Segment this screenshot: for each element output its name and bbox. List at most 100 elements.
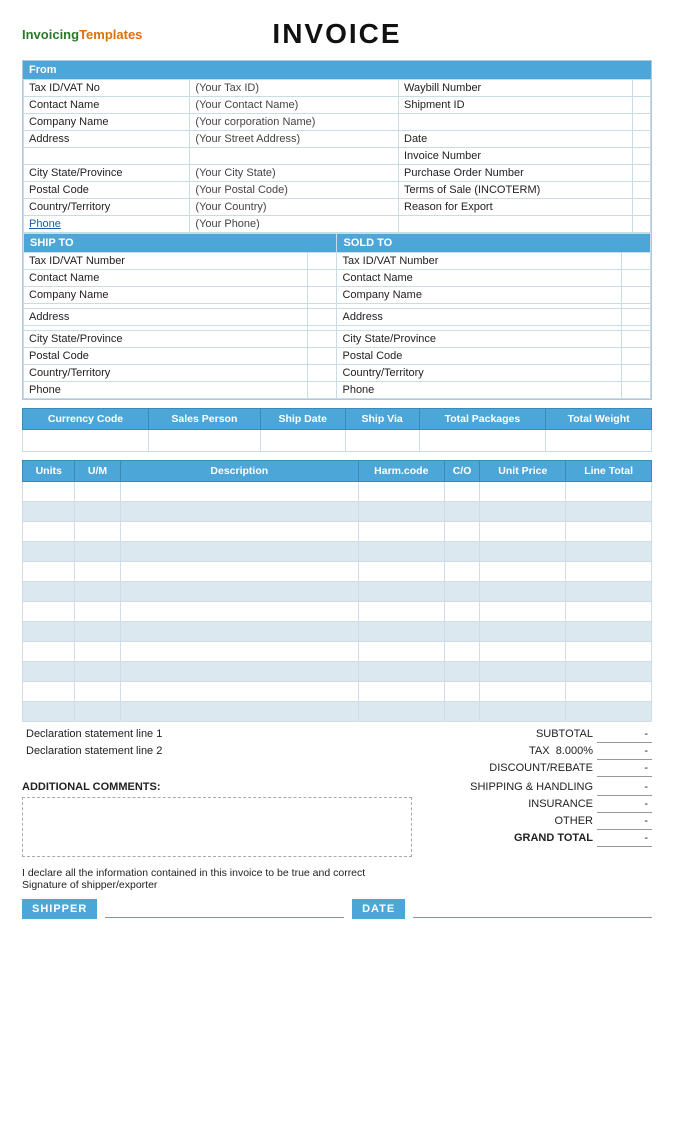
items-cell-2-2 xyxy=(120,522,358,542)
from-label-reason: Reason for Export xyxy=(399,199,633,216)
from-label-po: Purchase Order Number xyxy=(399,165,633,182)
items-th-units: Units xyxy=(23,461,75,482)
from-value-city: (Your City State) xyxy=(190,165,399,182)
date-line xyxy=(413,900,652,918)
items-row-10 xyxy=(23,682,652,702)
tax-label: TAX 8.000% xyxy=(346,743,597,760)
items-cell-3-1 xyxy=(75,542,120,562)
from-row-postal: Postal Code (Your Postal Code) Terms of … xyxy=(24,182,651,199)
from-label-city: City State/Province xyxy=(24,165,190,182)
items-cell-6-6 xyxy=(566,602,652,622)
items-cell-11-5 xyxy=(480,702,566,722)
shipto-value-phone xyxy=(308,382,337,399)
items-cell-2-1 xyxy=(75,522,120,542)
soldto-value-company xyxy=(621,287,650,304)
shipto-soldto-company: Company Name Company Name xyxy=(24,287,651,304)
other-label: OTHER xyxy=(432,813,597,830)
items-cell-9-2 xyxy=(120,662,358,682)
grand-total-value: - xyxy=(597,830,652,847)
items-cell-5-1 xyxy=(75,582,120,602)
ship-to-header: SHIP TO xyxy=(24,234,337,253)
items-cell-1-1 xyxy=(75,502,120,522)
shipto-label-postal: Postal Code xyxy=(24,348,308,365)
items-cell-6-1 xyxy=(75,602,120,622)
summary-header-row: Currency Code Sales Person Ship Date Shi… xyxy=(23,409,652,430)
items-th-co: C/O xyxy=(444,461,480,482)
from-row-company: Company Name (Your corporation Name) xyxy=(24,114,651,131)
summary-th-packages: Total Packages xyxy=(419,409,546,430)
grand-total-label: GRAND TOTAL xyxy=(432,830,597,847)
summary-th-shipdate: Ship Date xyxy=(260,409,345,430)
comments-box[interactable] xyxy=(22,797,412,857)
items-cell-11-4 xyxy=(444,702,480,722)
items-cell-7-1 xyxy=(75,622,120,642)
shipto-soldto-city: City State/Province City State/Province xyxy=(24,331,651,348)
items-row-4 xyxy=(23,562,652,582)
items-cell-11-6 xyxy=(566,702,652,722)
logo-invoicing: Invoicing xyxy=(22,27,79,42)
items-cell-6-4 xyxy=(444,602,480,622)
soldto-value-postal xyxy=(621,348,650,365)
items-cell-9-3 xyxy=(358,662,444,682)
summary-th-shipvia: Ship Via xyxy=(345,409,419,430)
items-cell-7-3 xyxy=(358,622,444,642)
shipto-label-phone: Phone xyxy=(24,382,308,399)
declaration-line-2: Signature of shipper/exporter xyxy=(22,879,652,891)
shipto-label-contact: Contact Name xyxy=(24,270,308,287)
phone-link[interactable]: Phone xyxy=(29,218,61,230)
from-value-country: (Your Country) xyxy=(190,199,399,216)
other-row: OTHER - xyxy=(432,813,652,830)
from-section: From Tax ID/VAT No (Your Tax ID) Waybill… xyxy=(22,60,652,400)
logo: InvoicingTemplates xyxy=(22,27,142,42)
items-row-0 xyxy=(23,482,652,502)
items-th-unitprice: Unit Price xyxy=(480,461,566,482)
from-label-blank2 xyxy=(24,148,190,165)
from-label-phone: Phone xyxy=(24,216,190,233)
items-cell-8-4 xyxy=(444,642,480,662)
items-cell-2-5 xyxy=(480,522,566,542)
comments-left: ADDITIONAL COMMENTS: xyxy=(22,779,432,857)
items-cell-0-2 xyxy=(120,482,358,502)
items-cell-0-4 xyxy=(444,482,480,502)
items-th-description: Description xyxy=(120,461,358,482)
shipper-row: SHIPPER DATE xyxy=(22,899,652,919)
from-label-incoterm: Terms of Sale (INCOTERM) xyxy=(399,182,633,199)
shipping-row: SHIPPING & HANDLING - xyxy=(432,779,652,796)
shipto-label-taxid: Tax ID/VAT Number xyxy=(24,253,308,270)
shipto-soldto-address: Address Address xyxy=(24,309,651,326)
declaration-1: Declaration statement line 1 xyxy=(22,726,346,743)
from-value-blank2 xyxy=(190,148,399,165)
comments-totals-table: SHIPPING & HANDLING - INSURANCE - OTHER … xyxy=(432,779,652,847)
items-cell-11-3 xyxy=(358,702,444,722)
from-label-taxid: Tax ID/VAT No xyxy=(24,80,190,97)
declaration-2: Declaration statement line 2 xyxy=(22,743,346,760)
items-th-um: U/M xyxy=(75,461,120,482)
items-cell-8-5 xyxy=(480,642,566,662)
from-label-invoice: Invoice Number xyxy=(399,148,633,165)
items-cell-1-0 xyxy=(23,502,75,522)
from-label-shipment: Shipment ID xyxy=(399,97,633,114)
from-value-invoice xyxy=(633,148,651,165)
soldto-value-address xyxy=(621,309,650,326)
ship-sold-header-row: SHIP TO SOLD TO xyxy=(24,234,651,253)
items-cell-6-2 xyxy=(120,602,358,622)
from-value-waybill xyxy=(633,80,651,97)
items-cell-7-4 xyxy=(444,622,480,642)
items-cell-10-1 xyxy=(75,682,120,702)
soldto-value-phone xyxy=(621,382,650,399)
grand-total-row: GRAND TOTAL - xyxy=(432,830,652,847)
from-label-date: Date xyxy=(399,131,633,148)
shipto-soldto-postal: Postal Code Postal Code xyxy=(24,348,651,365)
items-cell-3-5 xyxy=(480,542,566,562)
items-cell-5-3 xyxy=(358,582,444,602)
items-cell-0-0 xyxy=(23,482,75,502)
items-cell-5-5 xyxy=(480,582,566,602)
soldto-label-phone: Phone xyxy=(337,382,621,399)
items-cell-0-1 xyxy=(75,482,120,502)
discount-label: DISCOUNT/REBATE xyxy=(346,760,597,777)
from-value-phone: (Your Phone) xyxy=(190,216,399,233)
items-cell-0-6 xyxy=(566,482,652,502)
from-row-address: Address (Your Street Address) Date xyxy=(24,131,651,148)
items-row-11 xyxy=(23,702,652,722)
items-cell-4-1 xyxy=(75,562,120,582)
